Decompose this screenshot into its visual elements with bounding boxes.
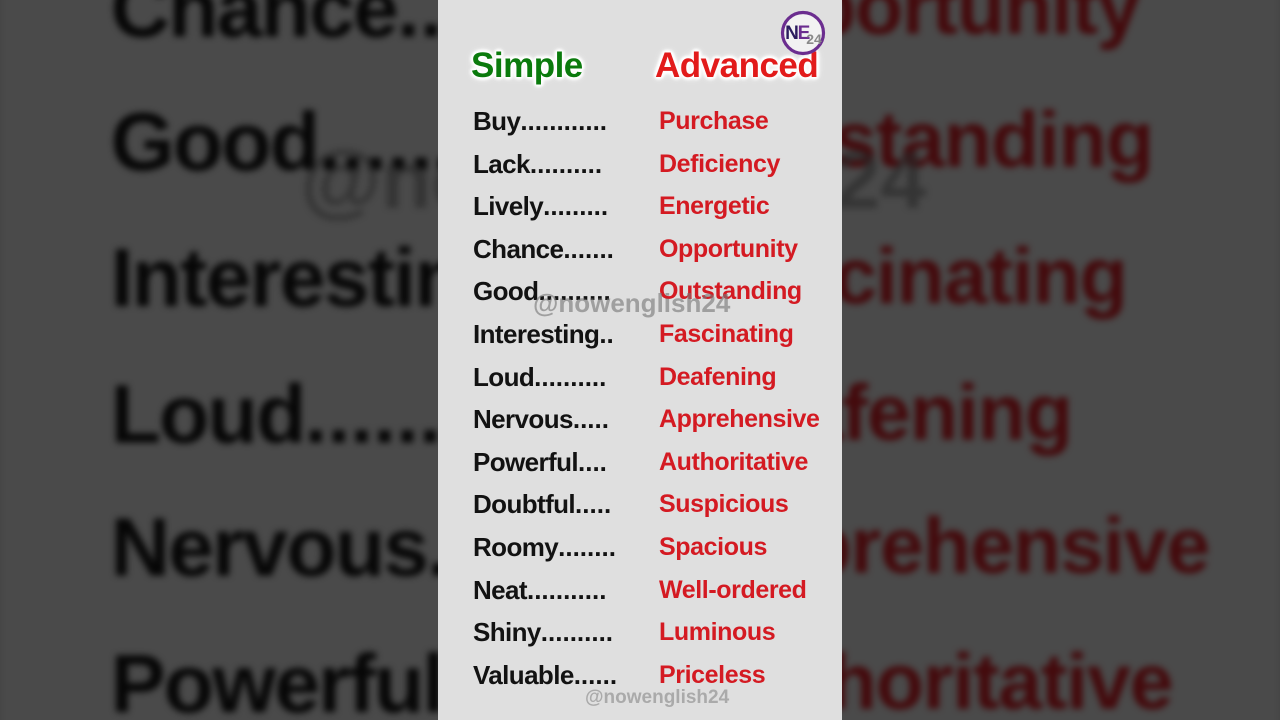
advanced-word: Outstanding [659, 277, 802, 306]
table-row: Lack.......... Deficiency [438, 143, 842, 186]
vocabulary-card: Simple Advanced Buy............ Purchase L… [438, 0, 842, 720]
leader-dots: ......... [543, 191, 609, 222]
table-row: Nervous.....Apprehensive [438, 398, 842, 441]
simple-word-cell: Loud.......... [473, 356, 658, 399]
simple-word-cell: Shiny.......... [473, 611, 658, 654]
simple-word: Valuable [473, 659, 574, 690]
simple-word-cell: Doubtful..... [473, 483, 658, 526]
simple-word-cell: Roomy........ [473, 526, 658, 569]
vocabulary-rows: Buy............ Purchase Lack.......... Def… [438, 100, 842, 696]
simple-word: Good [473, 276, 539, 307]
advanced-word: Priceless [659, 660, 766, 689]
advanced-word: Opportunity [659, 234, 798, 263]
table-row: Powerful....Authoritative [438, 441, 842, 484]
simple-word-cell: Lively......... [473, 185, 658, 228]
advanced-word: Fascinating [659, 319, 794, 348]
leader-dots: .......... [538, 276, 611, 307]
table-row: Good.......... Outstanding [438, 270, 842, 313]
leader-dots: ....... [563, 233, 614, 264]
leader-dots: .... [578, 446, 607, 477]
channel-logo-icon: N E 24 [780, 10, 826, 56]
simple-word: Good [110, 94, 321, 191]
advanced-word: Deafening [659, 362, 777, 391]
table-row: Valuable...... Priceless [438, 654, 842, 697]
simple-word-cell: Interesting.. [473, 313, 658, 356]
advanced-word: Deficiency [659, 149, 781, 178]
advanced-word: Luminous [659, 618, 776, 647]
table-row: Lively......... Energetic [438, 185, 842, 228]
simple-word-cell: Chance....... [473, 228, 658, 271]
advanced-word: Apprehensive [659, 405, 820, 434]
simple-word-cell: Powerful.... [473, 441, 658, 484]
leader-dots: .......... [529, 148, 603, 179]
table-row: Interesting..Fascinating [438, 313, 842, 356]
simple-word: Lively [473, 191, 544, 222]
leader-dots: .......... [534, 361, 607, 392]
advanced-word: Well-ordered [659, 575, 807, 604]
simple-word: Powerful [110, 634, 446, 720]
table-row: Doubtful..... Suspicious [438, 483, 842, 526]
table-row: Loud.......... Deafening [438, 356, 842, 399]
simple-word: Loud [473, 361, 535, 392]
leader-dots: ........ [558, 531, 616, 562]
simple-word-cell: Buy............ [473, 100, 658, 143]
table-row: Shiny.......... Luminous [438, 611, 842, 654]
simple-word: Nervous [473, 404, 573, 435]
table-row: Neat........... Well-ordered [438, 569, 842, 612]
simple-word: Chance [473, 233, 564, 264]
advanced-word: Authoritative [659, 447, 808, 476]
simple-word-cell: Valuable...... [473, 654, 658, 697]
simple-word: Buy [473, 106, 521, 136]
simple-word: Shiny [473, 617, 541, 648]
leader-dots: ..... [572, 404, 609, 435]
simple-word-cell: Lack.......... [473, 143, 658, 186]
header-simple: Simple [471, 46, 583, 85]
simple-word: Lack [473, 148, 530, 179]
table-row: Buy............ Purchase [438, 100, 842, 143]
advanced-word: Spacious [659, 532, 767, 561]
simple-word: Nervous [110, 499, 429, 596]
simple-word-cell: Nervous..... [473, 398, 658, 441]
svg-text:24: 24 [806, 31, 822, 47]
simple-word: Roomy [473, 531, 559, 562]
simple-word: Powerful [473, 446, 579, 477]
simple-word-cell: Good.......... [473, 270, 658, 313]
simple-word: Chance [110, 0, 399, 55]
table-row: Chance.......Opportunity [438, 228, 842, 271]
screenshot-stage: Simple Advanced Buy............PurchaseL… [0, 0, 1280, 720]
simple-word-cell: Neat........... [473, 569, 658, 612]
advanced-word: Suspicious [659, 490, 789, 519]
advanced-word: Purchase [659, 107, 769, 135]
advanced-word: Energetic [659, 192, 770, 221]
leader-dots: ............ [520, 106, 608, 136]
simple-word: Neat [473, 574, 528, 605]
leader-dots: ...... [573, 659, 618, 690]
leader-dots: .......... [540, 617, 614, 648]
simple-word: Interesting [473, 318, 600, 349]
leader-dots: ........... [526, 574, 607, 605]
simple-word: Loud [110, 364, 307, 461]
table-row: Roomy........ Spacious [438, 526, 842, 569]
simple-word: Doubtful [473, 489, 576, 520]
leader-dots: .. [599, 318, 614, 349]
leader-dots: ..... [575, 489, 612, 520]
